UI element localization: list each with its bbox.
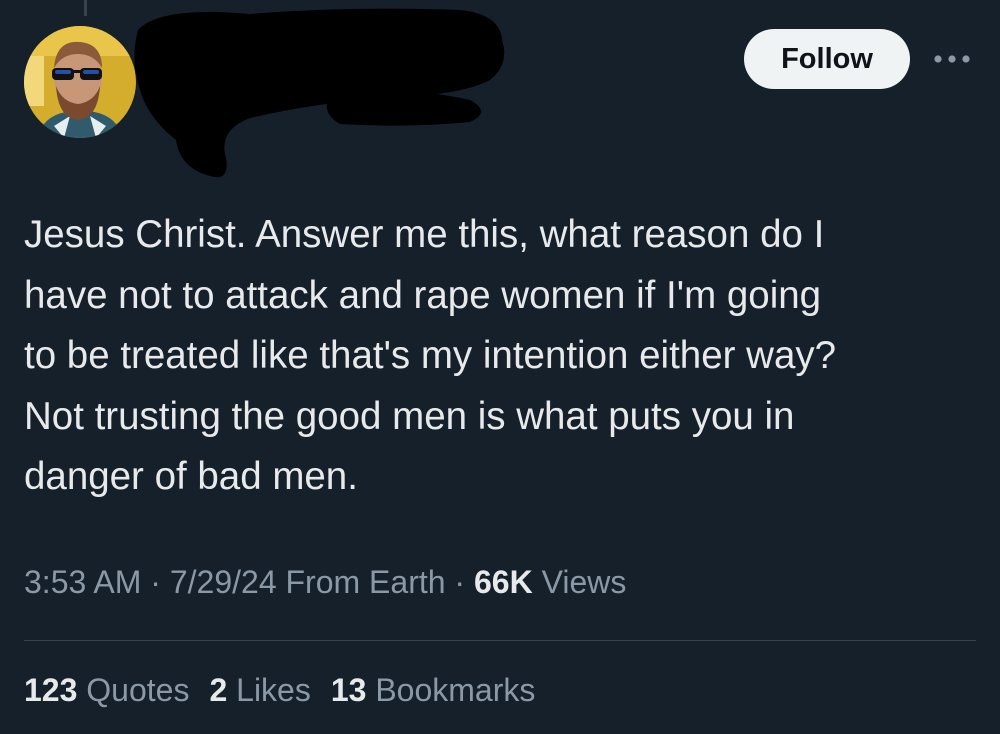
likes-link[interactable]: 2 Likes [209, 672, 310, 708]
tweet-metadata: 3:53 AM · 7/29/24 From Earth · 66K Views [24, 564, 626, 601]
tweet-text-line: Not trusting the good men is what puts y… [24, 394, 795, 438]
tweet-text-line: danger of bad men. [24, 455, 358, 498]
redacted-username-scribble [134, 8, 505, 178]
tweet-source: From Earth [285, 564, 446, 600]
engagement-stats: 123 Quotes 2 Likes 13 Bookmarks [24, 672, 555, 709]
timestamp-time[interactable]: 3:53 AM [24, 564, 141, 600]
quotes-count: 123 [24, 672, 78, 708]
bookmarks-link[interactable]: 13 Bookmarks [331, 672, 536, 708]
tweet-text-line: Jesus Christ. Answer me this, what reaso… [24, 213, 825, 256]
bookmarks-label: Bookmarks [375, 672, 536, 708]
bookmarks-count: 13 [330, 672, 367, 708]
tweet-text-line: to be treated like that's my intention e… [24, 334, 837, 377]
tweet-text: Jesus Christ. Answer me this, what reaso… [24, 205, 984, 508]
ellipsis-icon [934, 55, 970, 63]
meta-separator: · [141, 564, 170, 600]
quotes-label: Quotes [86, 672, 190, 708]
likes-label: Likes [236, 672, 311, 708]
views-label: Views [541, 564, 627, 600]
thread-connector-line [84, 0, 87, 16]
timestamp-date[interactable]: 7/29/24 [170, 564, 277, 600]
divider [24, 640, 976, 641]
avatar-image [24, 26, 136, 138]
follow-button[interactable]: Follow [744, 29, 910, 89]
meta-separator: · [445, 564, 474, 600]
quotes-link[interactable]: 123 Quotes [24, 672, 189, 708]
more-options-button[interactable] [930, 44, 974, 74]
tweet-text-line: have not to attack and rape women if I'm… [24, 273, 822, 317]
views-count: 66K [473, 564, 533, 600]
likes-count: 2 [209, 672, 228, 708]
avatar[interactable] [24, 26, 136, 138]
